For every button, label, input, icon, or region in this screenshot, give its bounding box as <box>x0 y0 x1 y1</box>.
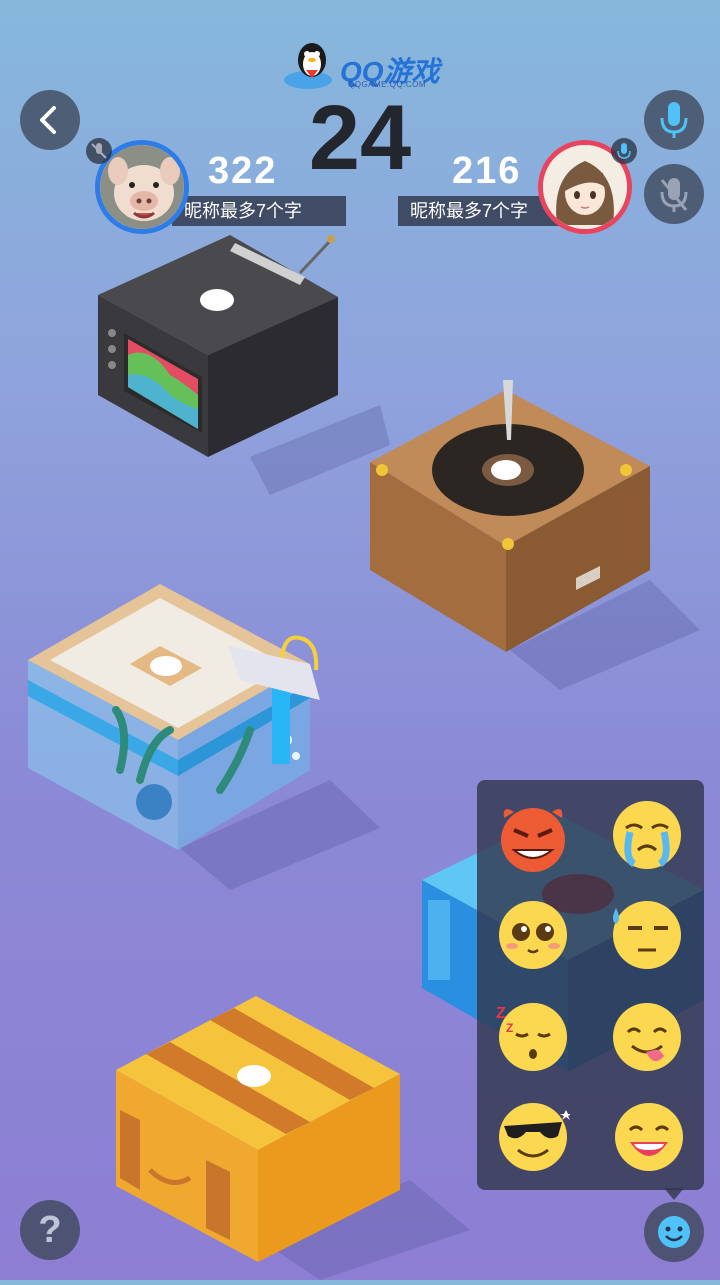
emoji-toggle-button[interactable] <box>644 1202 704 1262</box>
right-player-mic-status <box>611 138 637 164</box>
laughing-emoji-icon <box>615 1103 683 1171</box>
right-player-name: 昵称最多7个字 <box>410 201 529 221</box>
sleepy-emoji-icon: Z Z <box>496 1003 567 1071</box>
record-player-box[interactable] <box>360 370 700 690</box>
back-button[interactable] <box>20 90 80 150</box>
laughing-emoji[interactable] <box>612 1100 686 1174</box>
sweat-emoji-icon <box>613 901 681 969</box>
tv-box[interactable] <box>80 225 390 495</box>
sunglasses-emoji[interactable] <box>496 1100 572 1174</box>
crying-emoji[interactable] <box>610 798 684 872</box>
crying-emoji-icon <box>613 801 681 869</box>
left-player-mic-status <box>86 138 112 164</box>
mic-muted-icon <box>91 143 107 159</box>
question-mark-icon: ? <box>38 1209 62 1251</box>
sleepy-emoji[interactable]: Z Z <box>496 1000 570 1074</box>
adoring-emoji[interactable] <box>496 898 570 972</box>
left-player-score: 322 <box>208 150 278 192</box>
left-player-name: 昵称最多7个字 <box>184 201 303 221</box>
tongue-emoji[interactable] <box>610 1000 684 1074</box>
mic-button[interactable] <box>644 90 704 150</box>
tongue-emoji-icon <box>613 1003 681 1071</box>
countdown-timer: 24 <box>308 87 412 189</box>
treasure-chest-icon <box>116 996 470 1280</box>
mic-muted-icon <box>660 178 688 212</box>
adoring-emoji-icon <box>499 901 567 969</box>
sweat-emoji[interactable] <box>610 898 684 972</box>
devil-emoji-icon <box>501 808 565 872</box>
left-player-name-plate: 昵称最多7个字 <box>172 196 346 226</box>
treasure-chest-box[interactable] <box>110 990 480 1280</box>
tv-box-icon <box>98 235 390 495</box>
fish-tank-icon <box>28 584 380 890</box>
sunglasses-emoji-icon <box>499 1103 572 1171</box>
help-button[interactable]: ? <box>20 1200 80 1260</box>
microphone-icon <box>660 102 688 138</box>
smiley-icon <box>658 1216 690 1248</box>
speaker-mute-button[interactable] <box>644 164 704 224</box>
microphone-icon <box>617 143 631 159</box>
chevron-left-icon <box>40 106 56 134</box>
svg-text:Z: Z <box>506 1021 513 1035</box>
devil-emoji[interactable] <box>496 800 570 874</box>
record-player-icon <box>370 380 700 690</box>
emoji-panel-pointer <box>664 1188 684 1200</box>
pig-avatar-icon <box>100 145 184 229</box>
svg-text:Z: Z <box>496 1005 506 1022</box>
fish-tank-box[interactable] <box>20 580 390 900</box>
right-player-score: 216 <box>452 150 522 192</box>
